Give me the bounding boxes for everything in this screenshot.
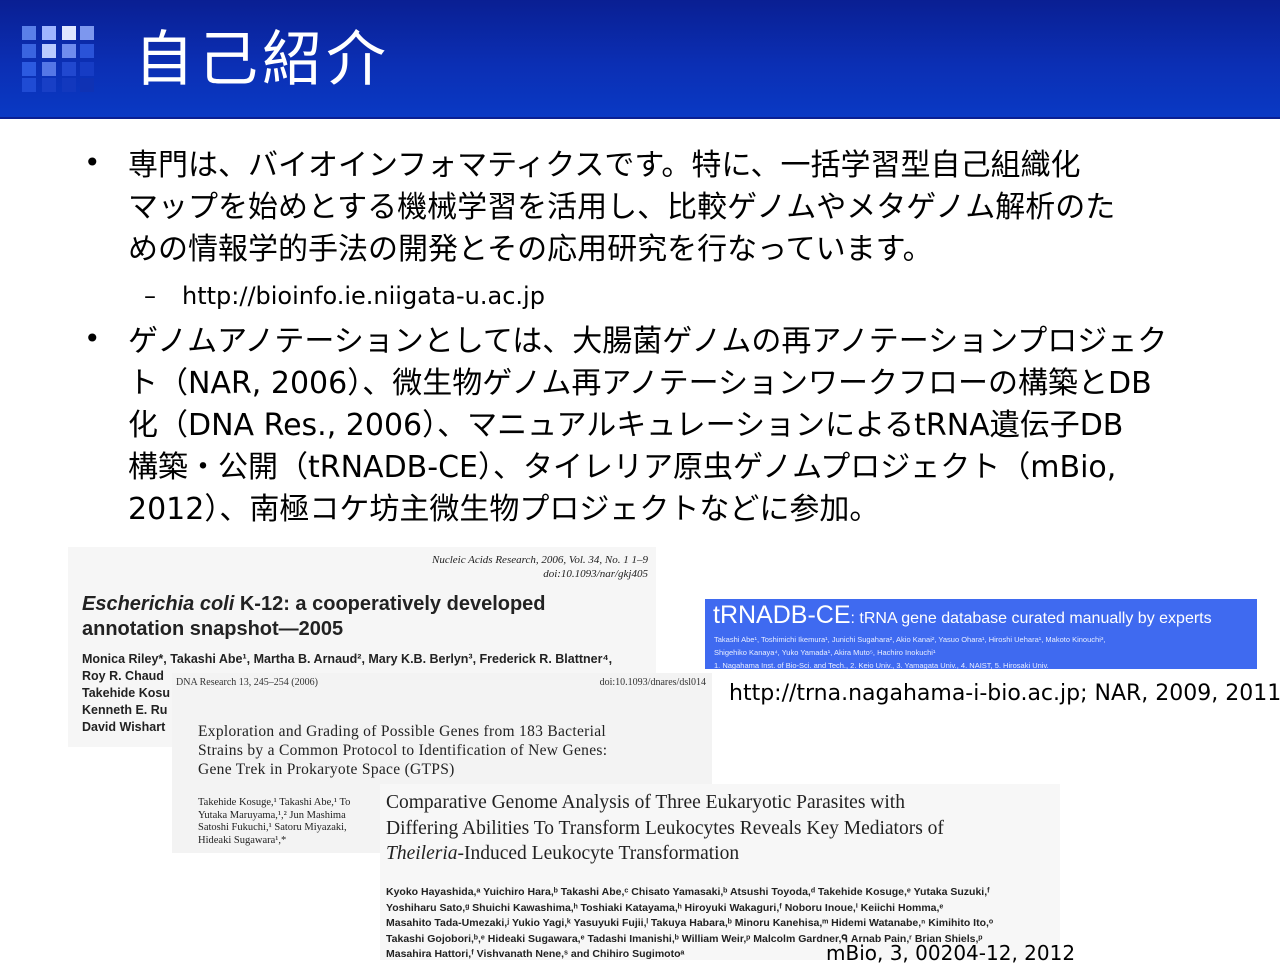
bullet-line: 専門は、バイオインフォマティクスです。特に、一括学習型自己組織化 xyxy=(128,148,1081,183)
bullet-marker: • xyxy=(84,146,101,179)
paper-title: Comparative Genome Analysis of Three Euk… xyxy=(386,792,944,864)
paper-clipping-mbio: Comparative Genome Analysis of Three Euk… xyxy=(380,784,1060,960)
journal-header: Nucleic Acids Research, 2006, Vol. 34, N… xyxy=(432,554,648,580)
bullet-line: ゲノムアノテーションとしては、大腸菌ゲノムの再アノテーションプロジェク xyxy=(128,324,1168,359)
doi-label: doi:10.1093/dnares/dsl014 xyxy=(599,677,706,688)
bullet-marker: • xyxy=(84,322,101,355)
paper-title: Escherichia coli K-12: a cooperatively d… xyxy=(82,593,546,640)
bullet-line: 化（DNA Res., 2006）、マニュアルキュレーションによるtRNA遺伝子… xyxy=(128,408,1124,443)
slide-header: 自己紹介 xyxy=(0,0,1280,117)
trna-url-caption[interactable]: http://trna.nagahama-i-bio.ac.jp; NAR, 2… xyxy=(729,681,1280,706)
bullet-projects: ゲノムアノテーションとしては、大腸菌ゲノムの再アノテーションプロジェク ト（NA… xyxy=(128,321,1228,531)
paper-authors: Takehide Kosuge,¹ Takashi Abe,¹ To Yutak… xyxy=(198,797,351,846)
bullet-line: マップを始めとする機械学習を活用し、比較ゲノムやメタゲノム解析のた xyxy=(128,190,1116,225)
journal-header: DNA Research 13, 245–254 (2006) xyxy=(176,677,318,688)
bullet-line: 構築・公開（tRNADB-CE）、タイレリア原虫ゲノムプロジェクト（mBio, xyxy=(128,450,1117,485)
bullet-line: 2012）、南極コケ坊主微生物プロジェクトなどに参加。 xyxy=(128,492,880,527)
bullet-line: めの情報学的手法の開発とその応用研究を行なっています。 xyxy=(128,232,933,267)
mbio-citation-caption: mBio, 3, 00204-12, 2012 xyxy=(826,941,1076,965)
bullet-specialty: 専門は、バイオインフォマティクスです。特に、一括学習型自己組織化 マップを始めと… xyxy=(128,145,1228,271)
bullet-line: ト（NAR, 2006）、微生物ゲノム再アノテーションワークフローの構築とDB xyxy=(128,366,1152,401)
sub-bullet-dash: – xyxy=(144,282,156,310)
grid-logo-icon xyxy=(22,26,94,92)
banner-title: tRNADB-CE: tRNA gene database curated ma… xyxy=(713,601,1212,629)
lab-url-link[interactable]: http://bioinfo.ie.niigata-u.ac.jp xyxy=(182,281,545,311)
paper-title: Exploration and Grading of Possible Gene… xyxy=(198,723,608,778)
slide-title: 自己紹介 xyxy=(134,25,390,95)
header-divider xyxy=(0,117,1280,119)
trnadb-banner: tRNADB-CE: tRNA gene database curated ma… xyxy=(705,599,1257,669)
banner-authors: Takashi Abe¹, Toshimichi Ikemura¹, Junic… xyxy=(714,635,1106,669)
